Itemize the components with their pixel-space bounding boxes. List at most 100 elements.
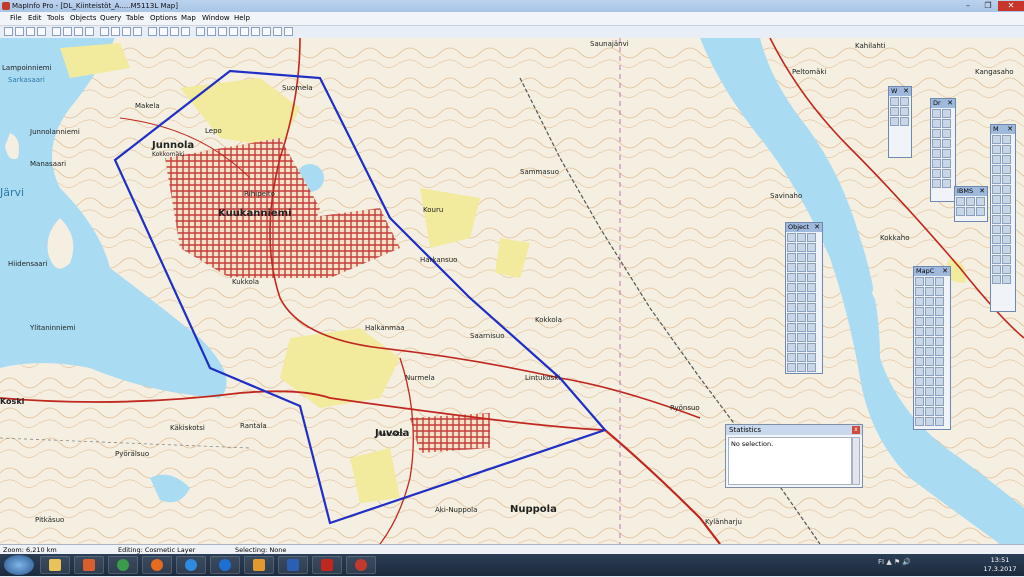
tool-icon[interactable] [935,387,944,396]
taskbar-outlook-icon[interactable] [244,556,274,574]
tool-icon[interactable] [915,347,924,356]
tool-icon[interactable] [797,293,806,302]
tool-icon[interactable] [1002,255,1011,264]
tool-icon[interactable] [787,293,796,302]
tool-icon[interactable] [925,387,934,396]
tool-icon[interactable] [787,273,796,282]
tool-icon[interactable] [925,377,934,386]
radius-select-icon[interactable] [992,145,1001,154]
tool-icon[interactable] [932,109,941,118]
tool-icon[interactable] [890,107,899,116]
tool-icon[interactable] [925,287,934,296]
tool-icon[interactable] [915,317,924,326]
tool-icon[interactable] [807,333,816,342]
tool-icon[interactable] [787,333,796,342]
tool-icon[interactable] [797,233,806,242]
new-icon[interactable] [4,27,13,36]
tool-icon[interactable] [935,277,944,286]
marquee-icon[interactable] [1002,135,1011,144]
tool-icon[interactable] [807,303,816,312]
tool-icon[interactable] [797,273,806,282]
zoom-out-icon[interactable] [240,27,249,36]
tool-icon[interactable] [807,263,816,272]
tool-icon[interactable] [915,417,924,426]
tool-icon[interactable] [787,353,796,362]
tool-icon[interactable] [932,179,941,188]
palette-mapcad-close-icon[interactable]: ✕ [941,267,949,276]
palette-main[interactable]: M ✕ [990,124,1016,312]
new-mapper-icon[interactable] [111,27,120,36]
palette-object[interactable]: Object ✕ [785,222,823,374]
menu-edit[interactable]: Edit [28,12,42,25]
tool-icon[interactable] [935,367,944,376]
tool-icon[interactable] [925,307,934,316]
save-workspace-icon[interactable] [37,27,46,36]
tool-icon[interactable] [797,343,806,352]
taskbar-chrome-icon[interactable] [108,556,138,574]
tool-icon[interactable] [925,347,934,356]
tool-icon[interactable] [890,97,899,106]
paste-icon[interactable] [74,27,83,36]
tool-icon[interactable] [807,363,816,372]
taskbar-media-icon[interactable] [74,556,104,574]
taskbar-ie-icon[interactable] [176,556,206,574]
tool-icon[interactable] [797,363,806,372]
palette-object-close-icon[interactable]: ✕ [813,223,821,232]
tool-icon[interactable] [925,397,934,406]
tool-icon[interactable] [942,159,951,168]
tool-icon[interactable] [807,323,816,332]
tool-icon[interactable] [942,129,951,138]
tool-icon[interactable] [925,357,934,366]
statistics-window[interactable]: Statistics x No selection. [725,424,863,488]
tool-icon[interactable] [787,283,796,292]
tool-icon[interactable] [915,277,924,286]
tool-icon[interactable] [797,333,806,342]
new-layout-icon[interactable] [133,27,142,36]
tool-icon[interactable] [942,139,951,148]
tool-icon[interactable] [807,293,816,302]
palette-drawing-close-icon[interactable]: ✕ [946,99,954,108]
drag-map-icon[interactable] [1002,195,1011,204]
tool-icon[interactable] [942,149,951,158]
tool-icon[interactable] [925,417,934,426]
tool-icon[interactable] [932,129,941,138]
tool-icon[interactable] [807,313,816,322]
zoom-out-icon[interactable] [1002,165,1011,174]
close-button[interactable]: ✕ [998,1,1024,11]
taskbar-mapinfo-icon[interactable] [346,556,376,574]
tool-icon[interactable] [932,159,941,168]
tool-icon[interactable] [915,397,924,406]
statistics-scrollbar[interactable] [852,437,860,485]
taskbar-firefox-icon[interactable] [142,556,172,574]
tool-icon[interactable] [915,387,924,396]
tool-icon[interactable] [807,253,816,262]
tool-icon[interactable] [942,169,951,178]
tool-icon[interactable] [935,297,944,306]
tray-clock[interactable]: 13:51 17.3.2017 [978,556,1022,574]
tool-icon[interactable] [935,377,944,386]
hotlink-icon[interactable] [1002,185,1011,194]
tool-icon[interactable] [807,343,816,352]
tool-icon[interactable] [935,347,944,356]
menu-query[interactable]: Query [100,12,121,25]
tool-icon[interactable] [797,263,806,272]
label-icon[interactable] [992,195,1001,204]
tool-icon[interactable] [797,313,806,322]
tool-icon[interactable] [976,197,985,206]
taskbar-edge-icon[interactable] [210,556,240,574]
tool-icon[interactable] [807,353,816,362]
tool-icon[interactable] [1002,275,1011,284]
tool-icon[interactable] [992,265,1001,274]
tool-icon[interactable] [915,367,924,376]
palette-w-close-icon[interactable]: ✕ [902,87,910,96]
pdf-icon[interactable] [159,27,168,36]
info-icon[interactable] [262,27,271,36]
menu-map[interactable]: Map [181,12,196,25]
tool-icon[interactable] [966,207,975,216]
tool-icon[interactable] [915,287,924,296]
topographic-map[interactable]: Junnola Kuukanniemi Juvola Nuppola Hiide… [0,38,1024,544]
tool-icon[interactable] [890,117,899,126]
copy-icon[interactable] [63,27,72,36]
menu-table[interactable]: Table [126,12,144,25]
palette-drawing[interactable]: Dr ✕ [930,98,956,202]
